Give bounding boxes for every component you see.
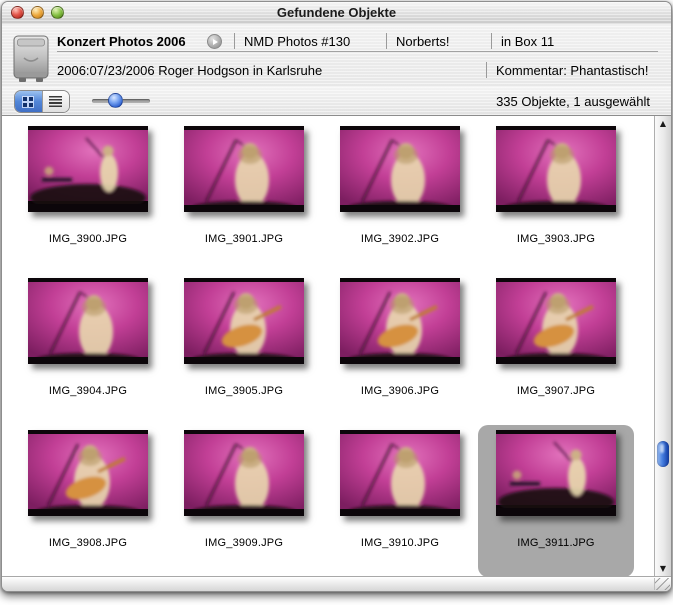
photo-image [184,278,304,364]
info-field: 2006:07/23/2006 Roger Hodgson in Karlsru… [57,63,323,78]
photo-filename: IMG_3905.JPG [204,385,284,397]
photo-thumbnail[interactable]: IMG_3903.JPG [478,121,634,273]
photo-image [340,430,460,516]
open-collection-button[interactable] [207,34,222,49]
photo-filename: IMG_3906.JPG [360,385,440,397]
photo-thumbnail[interactable]: IMG_3901.JPG [166,121,322,273]
field-separator [386,33,387,49]
photo-image [496,430,616,516]
photo-filename: IMG_3902.JPG [360,233,440,245]
scroll-down-button[interactable]: ▼ [655,562,671,576]
field-separator [491,33,492,49]
owner-field: Norberts! [396,34,450,49]
scrollbar-track[interactable] [656,131,670,562]
photo-thumbnail[interactable]: IMG_3904.JPG [10,273,166,425]
grid-icon [22,95,35,108]
scroll-down-icon: ▼ [659,564,667,573]
vertical-scrollbar[interactable]: ▲ ▼ [654,116,671,577]
photo-image [496,126,616,212]
photo-browser: IMG_3900.JPG IMG_3901.JPG IMG_3902.JPG I… [2,116,654,577]
photo-thumbnail[interactable]: IMG_3907.JPG [478,273,634,425]
photo-image [340,278,460,364]
photo-thumbnail[interactable]: IMG_3906.JPG [322,273,478,425]
photo-filename: IMG_3904.JPG [48,385,128,397]
photo-image [496,278,616,364]
photo-filename: IMG_3911.JPG [517,537,595,549]
collection-title: Konzert Photos 2006 [57,34,186,49]
field-separator [234,33,235,49]
photo-filename: IMG_3910.JPG [360,537,440,549]
titlebar[interactable]: Gefundene Objekte [2,2,671,25]
photo-thumbnail[interactable]: IMG_3900.JPG [10,121,166,273]
location-field: in Box 11 [501,34,555,49]
catalog-field: NMD Photos #130 [244,34,351,49]
app-window: Gefundene Objekte Konzert Photos 2006 NM… [1,1,672,592]
photo-thumbnail[interactable]: IMG_3910.JPG [322,425,478,577]
horizontal-scrollbar-track[interactable] [2,576,671,591]
window-title: Gefundene Objekte [276,5,397,20]
scrollbar-thumb[interactable] [657,441,669,468]
thumbnail-size-slider[interactable] [92,93,150,108]
thumbnail-grid: IMG_3900.JPG IMG_3901.JPG IMG_3902.JPG I… [10,121,634,577]
toolbar: 335 Objekte, 1 ausgewählt [2,87,671,116]
photo-thumbnail-selected[interactable]: IMG_3911.JPG [478,425,634,577]
slider-thumb[interactable] [107,93,123,108]
grid-view-button[interactable] [15,91,42,112]
screen: Gefundene Objekte Konzert Photos 2006 NM… [0,0,673,605]
photo-filename: IMG_3903.JPG [516,233,596,245]
header-divider [57,51,658,52]
photo-filename: IMG_3900.JPG [48,233,128,245]
list-view-button[interactable] [41,91,69,112]
status-text: 335 Objekte, 1 ausgewählt [496,94,650,109]
field-separator [486,62,487,78]
metadata-header: Konzert Photos 2006 NMD Photos #130 Norb… [2,24,671,87]
photo-filename: IMG_3909.JPG [204,537,284,549]
photo-thumbnail[interactable]: IMG_3905.JPG [166,273,322,425]
view-mode-segmented-control [14,90,70,113]
photo-filename: IMG_3901.JPG [204,233,284,245]
photo-thumbnail[interactable]: IMG_3909.JPG [166,425,322,577]
scroll-up-button[interactable]: ▲ [655,117,671,131]
comment-field: Kommentar: Phantastisch! [496,63,649,78]
list-icon [49,96,63,107]
photo-image [184,430,304,516]
hard-drive-icon [13,35,49,82]
photo-thumbnail[interactable]: IMG_3902.JPG [322,121,478,273]
photo-image [28,278,148,364]
photo-image [184,126,304,212]
photo-filename: IMG_3907.JPG [516,385,596,397]
photo-thumbnail[interactable]: IMG_3908.JPG [10,425,166,577]
photo-image [340,126,460,212]
photo-image [28,126,148,212]
photo-image [28,430,148,516]
scroll-up-icon: ▲ [659,119,667,128]
photo-filename: IMG_3908.JPG [48,537,128,549]
resize-grip[interactable] [654,578,670,590]
